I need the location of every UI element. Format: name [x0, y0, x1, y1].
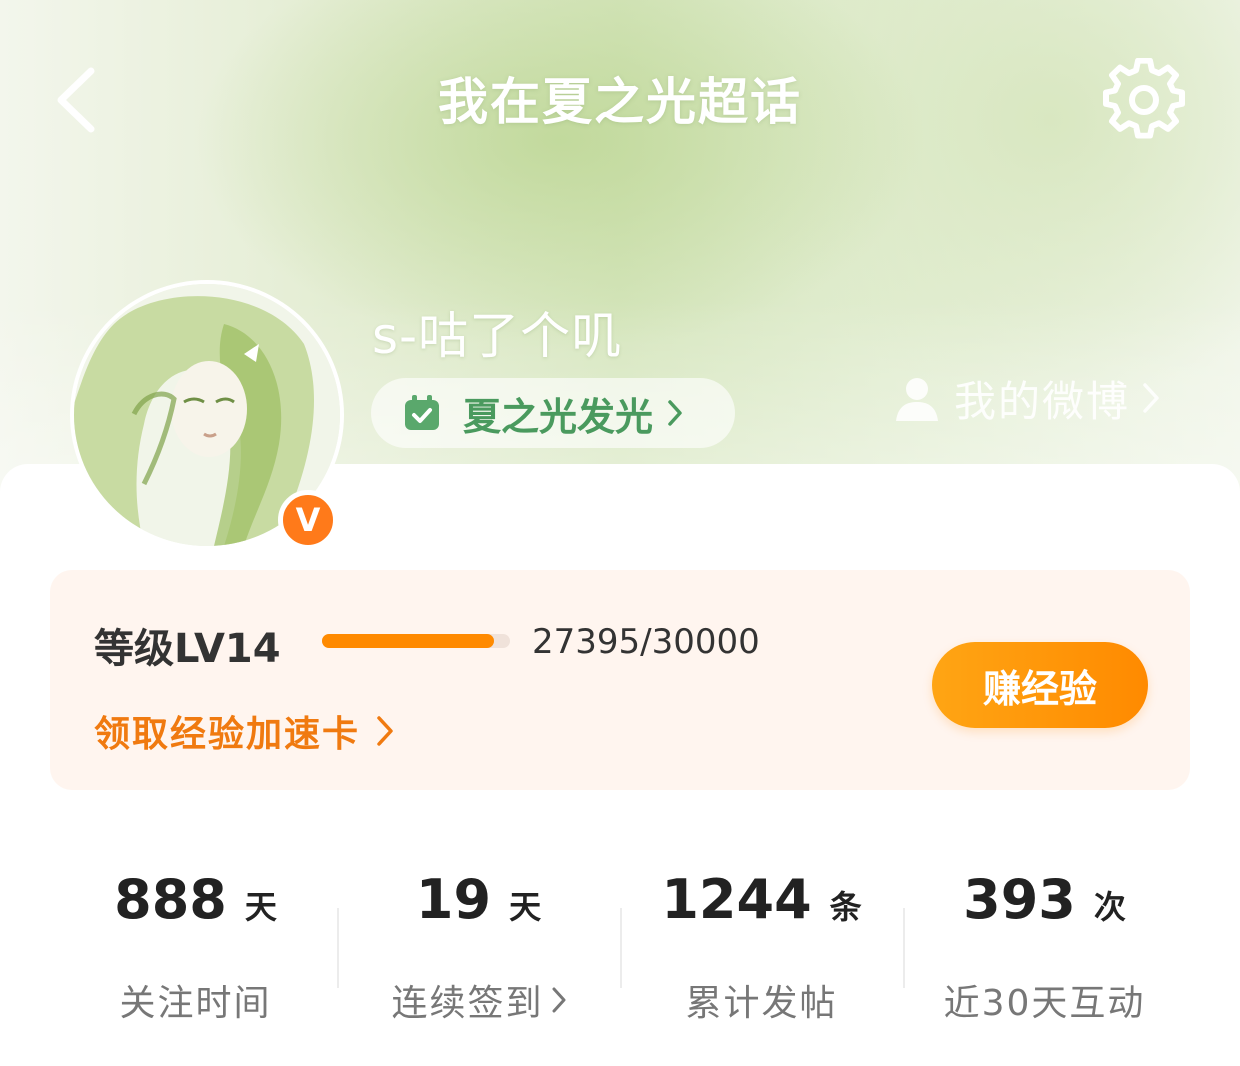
person-icon: [896, 378, 938, 421]
stat-checkin-streak[interactable]: 19 天 连续签到: [337, 858, 620, 1028]
claim-boost-card-link[interactable]: 领取经验加速卡: [94, 706, 394, 756]
stat-recent-interactions: 393 次 近30天互动: [903, 858, 1186, 1028]
chevron-right-icon: [668, 400, 682, 426]
stat-follow-time: 888 天 关注时间: [54, 858, 337, 1028]
settings-button[interactable]: [1100, 56, 1188, 144]
super-topic-tag[interactable]: 夏之光发光: [371, 378, 735, 448]
page-title: 我在夏之光超话: [438, 73, 802, 131]
stat-unit: 条: [829, 888, 862, 926]
earn-experience-button[interactable]: 赚经验: [932, 642, 1148, 728]
stat-value: 888: [114, 868, 227, 931]
stat-unit: 次: [1093, 888, 1126, 926]
stat-value: 1244: [661, 868, 812, 931]
level-label: 等级LV14: [94, 626, 281, 672]
stat-label: 近30天互动: [943, 983, 1146, 1024]
stat-total-posts: 1244 条 累计发帖: [620, 858, 903, 1028]
level-progress-fill: [322, 634, 494, 648]
chevron-right-icon: [1143, 383, 1159, 413]
level-panel: 等级LV14 27395/30000 赚经验 领取经验加速卡: [50, 570, 1190, 790]
stat-value: 393: [963, 868, 1076, 931]
gear-icon: [1103, 58, 1185, 139]
stat-label: 关注时间: [119, 983, 272, 1024]
tag-label: 夏之光发光: [463, 394, 654, 439]
stat-value: 19: [415, 868, 492, 931]
stats-row: 888 天 关注时间 19 天 连续签到 1244 条 累计发帖 393 次 近…: [54, 858, 1186, 1028]
username: s-咕了个叽: [372, 307, 623, 365]
stat-label: 累计发帖: [685, 983, 838, 1024]
stat-unit: 天: [244, 888, 277, 926]
chevron-right-icon: [552, 987, 565, 1013]
chevron-right-icon: [377, 716, 393, 746]
calendar-check-icon: [405, 395, 439, 430]
claim-boost-card-label: 领取经验加速卡: [94, 714, 361, 755]
level-progress-bar: [322, 634, 510, 648]
my-weibo-link[interactable]: 我的微博: [894, 368, 1160, 428]
verified-badge: V: [278, 490, 338, 550]
stat-unit: 天: [509, 888, 542, 926]
stat-label: 连续签到: [391, 983, 544, 1024]
my-weibo-label: 我的微博: [954, 376, 1131, 426]
level-progress-text: 27395/30000: [532, 622, 760, 662]
